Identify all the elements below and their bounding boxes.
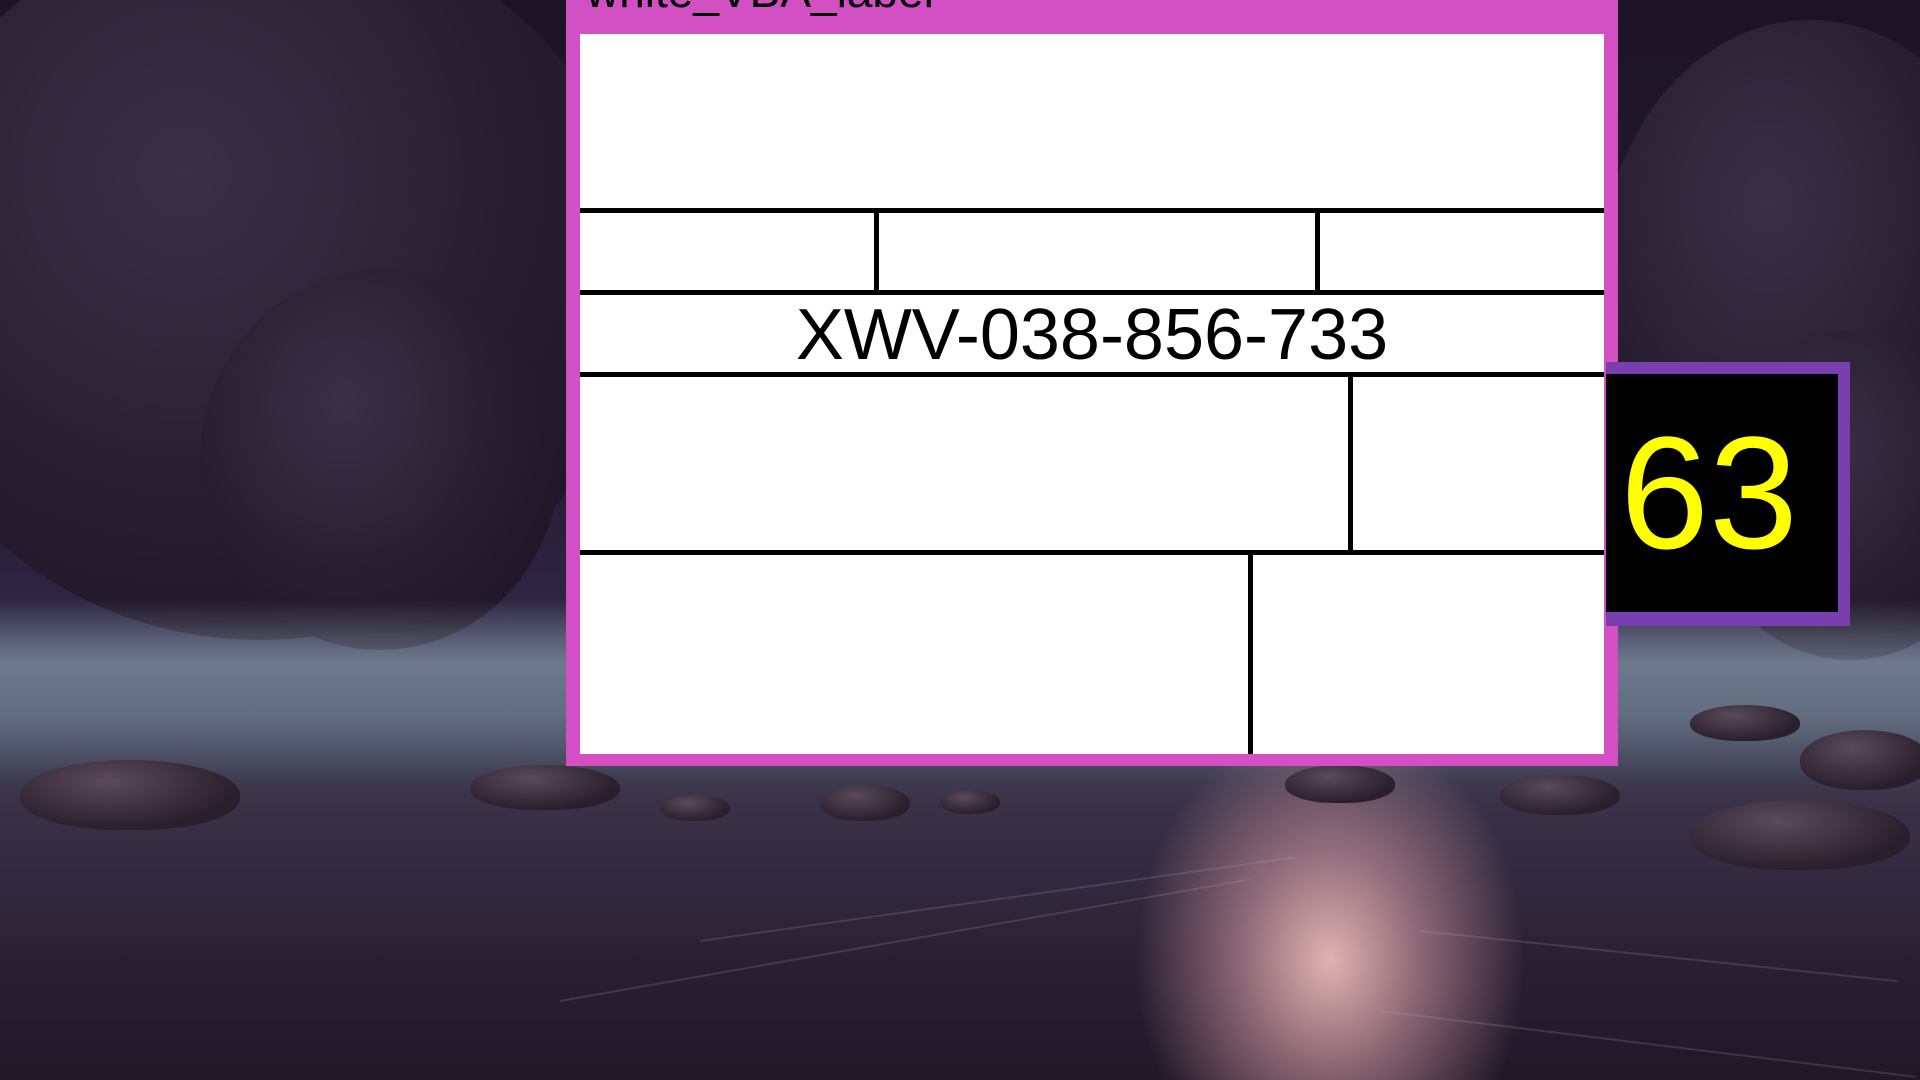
number-value: 63 xyxy=(1620,403,1798,582)
window-title: white_VBA_label xyxy=(586,0,934,18)
divider-line xyxy=(1248,550,1253,754)
desktop-background: white_VBA_label XWV-038-856-733 63 xyxy=(0,0,1920,1080)
pebble xyxy=(1690,705,1800,741)
sand-streak xyxy=(699,856,1295,942)
number-badge-panel: 63 xyxy=(1606,374,1838,612)
divider-line xyxy=(874,208,879,292)
pebble xyxy=(470,765,620,810)
pebble xyxy=(1500,775,1620,815)
boulder-left xyxy=(200,270,560,650)
sand-streak xyxy=(559,878,1250,1002)
pebble xyxy=(1800,730,1920,790)
divider-line xyxy=(580,208,1604,213)
pebble xyxy=(1690,800,1910,870)
pebble xyxy=(20,760,240,830)
number-badge[interactable]: 63 xyxy=(1606,362,1850,626)
pebble xyxy=(1285,765,1395,803)
divider-line xyxy=(580,550,1604,555)
label-sheet: XWV-038-856-733 xyxy=(580,34,1604,754)
pebble xyxy=(940,790,1000,814)
divider-line xyxy=(1348,372,1353,552)
pebble xyxy=(820,785,910,821)
tracking-code: XWV-038-856-733 xyxy=(795,295,1389,375)
divider-line xyxy=(580,372,1604,377)
sand-streak xyxy=(1419,930,1898,983)
pebble xyxy=(660,795,730,821)
label-window[interactable]: white_VBA_label XWV-038-856-733 xyxy=(566,0,1618,766)
sand-streak xyxy=(1379,1010,1917,1078)
divider-line xyxy=(1315,208,1320,292)
